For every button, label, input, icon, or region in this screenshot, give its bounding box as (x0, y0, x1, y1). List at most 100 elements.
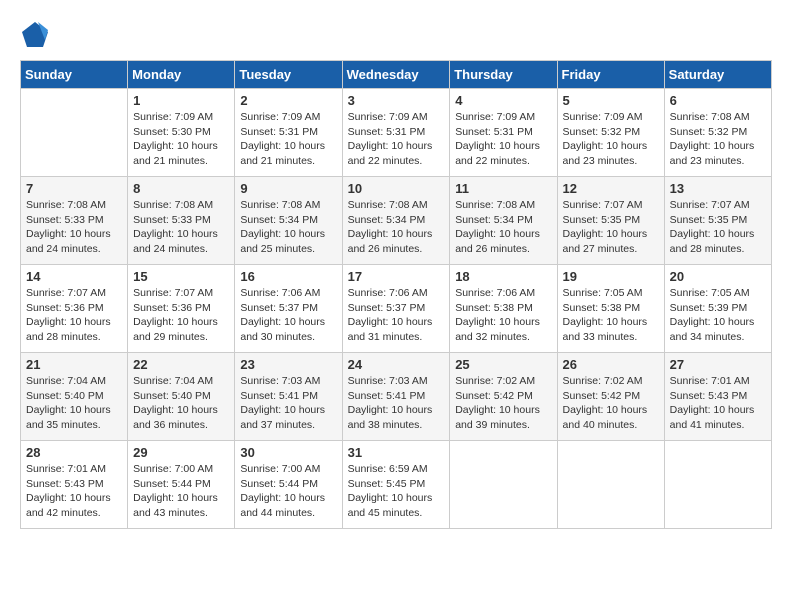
calendar-cell: 21 Sunrise: 7:04 AM Sunset: 5:40 PM Dayli… (21, 353, 128, 441)
calendar-cell: 26 Sunrise: 7:02 AM Sunset: 5:42 PM Dayli… (557, 353, 664, 441)
day-info: Sunrise: 6:59 AM Sunset: 5:45 PM Dayligh… (348, 462, 445, 521)
day-number: 25 (455, 357, 551, 372)
calendar-cell: 28 Sunrise: 7:01 AM Sunset: 5:43 PM Dayli… (21, 441, 128, 529)
day-number: 20 (670, 269, 766, 284)
calendar-cell: 19 Sunrise: 7:05 AM Sunset: 5:38 PM Dayli… (557, 265, 664, 353)
calendar-cell: 3Sunrise: 7:09 AM Sunset: 5:31 PM Daylig… (342, 89, 450, 177)
calendar-cell (557, 441, 664, 529)
day-number: 16 (240, 269, 336, 284)
day-number: 22 (133, 357, 229, 372)
day-info: Sunrise: 7:07 AM Sunset: 5:36 PM Dayligh… (133, 286, 229, 345)
calendar-cell: 5 Sunrise: 7:09 AM Sunset: 5:32 PM Daylig… (557, 89, 664, 177)
calendar-cell: 17 Sunrise: 7:06 AM Sunset: 5:37 PM Dayli… (342, 265, 450, 353)
column-header-saturday: Saturday (664, 61, 771, 89)
calendar-cell: 10 Sunrise: 7:08 AM Sunset: 5:34 PM Dayli… (342, 177, 450, 265)
calendar-table: SundayMondayTuesdayWednesdayThursdayFrid… (20, 60, 772, 529)
day-info: Sunrise: 7:06 AM Sunset: 5:38 PM Dayligh… (455, 286, 551, 345)
calendar-cell (664, 441, 771, 529)
day-info: Sunrise: 7:09 AM Sunset: 5:32 PM Dayligh… (563, 110, 659, 169)
day-number: 7 (26, 181, 122, 196)
calendar-cell: 24 Sunrise: 7:03 AM Sunset: 5:41 PM Dayli… (342, 353, 450, 441)
page-header (20, 20, 772, 50)
day-info: Sunrise: 7:08 AM Sunset: 5:32 PM Dayligh… (670, 110, 766, 169)
day-info: Sunrise: 7:08 AM Sunset: 5:34 PM Dayligh… (348, 198, 445, 257)
calendar-cell: 12 Sunrise: 7:07 AM Sunset: 5:35 PM Dayli… (557, 177, 664, 265)
day-info: Sunrise: 7:03 AM Sunset: 5:41 PM Dayligh… (348, 374, 445, 433)
calendar-cell: 14 Sunrise: 7:07 AM Sunset: 5:36 PM Dayli… (21, 265, 128, 353)
day-info: Sunrise: 7:07 AM Sunset: 5:35 PM Dayligh… (563, 198, 659, 257)
calendar-cell: 8 Sunrise: 7:08 AM Sunset: 5:33 PM Daylig… (128, 177, 235, 265)
day-info: Sunrise: 7:01 AM Sunset: 5:43 PM Dayligh… (670, 374, 766, 433)
day-number: 12 (563, 181, 659, 196)
day-info: Sunrise: 7:01 AM Sunset: 5:43 PM Dayligh… (26, 462, 122, 521)
day-info: Sunrise: 7:08 AM Sunset: 5:34 PM Dayligh… (455, 198, 551, 257)
day-info: Sunrise: 7:07 AM Sunset: 5:36 PM Dayligh… (26, 286, 122, 345)
day-number: 18 (455, 269, 551, 284)
day-number: 21 (26, 357, 122, 372)
week-row-2: 7 Sunrise: 7:08 AM Sunset: 5:33 PM Daylig… (21, 177, 772, 265)
day-number: 5 (563, 93, 659, 108)
header-row: SundayMondayTuesdayWednesdayThursdayFrid… (21, 61, 772, 89)
day-info: Sunrise: 7:08 AM Sunset: 5:33 PM Dayligh… (133, 198, 229, 257)
column-header-monday: Monday (128, 61, 235, 89)
day-number: 17 (348, 269, 445, 284)
day-info: Sunrise: 7:05 AM Sunset: 5:38 PM Dayligh… (563, 286, 659, 345)
day-number: 10 (348, 181, 445, 196)
week-row-1: 1 Sunrise: 7:09 AM Sunset: 5:30 PM Daylig… (21, 89, 772, 177)
day-number: 2 (240, 93, 336, 108)
day-number: 28 (26, 445, 122, 460)
day-info: Sunrise: 7:06 AM Sunset: 5:37 PM Dayligh… (240, 286, 336, 345)
calendar-cell: 13 Sunrise: 7:07 AM Sunset: 5:35 PM Dayli… (664, 177, 771, 265)
day-info: Sunrise: 7:08 AM Sunset: 5:34 PM Dayligh… (240, 198, 336, 257)
day-info: Sunrise: 7:06 AM Sunset: 5:37 PM Dayligh… (348, 286, 445, 345)
calendar-cell: 27 Sunrise: 7:01 AM Sunset: 5:43 PM Dayli… (664, 353, 771, 441)
day-info: Sunrise: 7:02 AM Sunset: 5:42 PM Dayligh… (455, 374, 551, 433)
week-row-4: 21 Sunrise: 7:04 AM Sunset: 5:40 PM Dayli… (21, 353, 772, 441)
day-number: 14 (26, 269, 122, 284)
column-header-friday: Friday (557, 61, 664, 89)
day-number: 8 (133, 181, 229, 196)
calendar-cell: 9Sunrise: 7:08 AM Sunset: 5:34 PM Daylig… (235, 177, 342, 265)
day-info: Sunrise: 7:09 AM Sunset: 5:30 PM Dayligh… (133, 110, 229, 169)
day-info: Sunrise: 7:04 AM Sunset: 5:40 PM Dayligh… (26, 374, 122, 433)
calendar-cell: 16 Sunrise: 7:06 AM Sunset: 5:37 PM Dayli… (235, 265, 342, 353)
day-number: 3 (348, 93, 445, 108)
logo (20, 20, 54, 50)
day-info: Sunrise: 7:00 AM Sunset: 5:44 PM Dayligh… (133, 462, 229, 521)
day-number: 26 (563, 357, 659, 372)
calendar-cell: 30 Sunrise: 7:00 AM Sunset: 5:44 PM Dayli… (235, 441, 342, 529)
day-number: 29 (133, 445, 229, 460)
calendar-cell (450, 441, 557, 529)
calendar-cell: 7Sunrise: 7:08 AM Sunset: 5:33 PM Daylig… (21, 177, 128, 265)
calendar-cell (21, 89, 128, 177)
day-number: 30 (240, 445, 336, 460)
day-number: 13 (670, 181, 766, 196)
day-info: Sunrise: 7:02 AM Sunset: 5:42 PM Dayligh… (563, 374, 659, 433)
calendar-cell: 25 Sunrise: 7:02 AM Sunset: 5:42 PM Dayli… (450, 353, 557, 441)
calendar-cell: 6Sunrise: 7:08 AM Sunset: 5:32 PM Daylig… (664, 89, 771, 177)
day-info: Sunrise: 7:09 AM Sunset: 5:31 PM Dayligh… (240, 110, 336, 169)
logo-icon (20, 20, 50, 50)
column-header-thursday: Thursday (450, 61, 557, 89)
week-row-5: 28 Sunrise: 7:01 AM Sunset: 5:43 PM Dayli… (21, 441, 772, 529)
day-info: Sunrise: 7:00 AM Sunset: 5:44 PM Dayligh… (240, 462, 336, 521)
day-number: 15 (133, 269, 229, 284)
column-header-sunday: Sunday (21, 61, 128, 89)
day-number: 27 (670, 357, 766, 372)
day-info: Sunrise: 7:05 AM Sunset: 5:39 PM Dayligh… (670, 286, 766, 345)
calendar-cell: 22 Sunrise: 7:04 AM Sunset: 5:40 PM Dayli… (128, 353, 235, 441)
day-number: 4 (455, 93, 551, 108)
week-row-3: 14 Sunrise: 7:07 AM Sunset: 5:36 PM Dayli… (21, 265, 772, 353)
day-number: 1 (133, 93, 229, 108)
day-info: Sunrise: 7:03 AM Sunset: 5:41 PM Dayligh… (240, 374, 336, 433)
calendar-cell: 15 Sunrise: 7:07 AM Sunset: 5:36 PM Dayli… (128, 265, 235, 353)
day-info: Sunrise: 7:07 AM Sunset: 5:35 PM Dayligh… (670, 198, 766, 257)
day-number: 23 (240, 357, 336, 372)
day-number: 19 (563, 269, 659, 284)
day-info: Sunrise: 7:04 AM Sunset: 5:40 PM Dayligh… (133, 374, 229, 433)
calendar-cell: 31Sunrise: 6:59 AM Sunset: 5:45 PM Dayli… (342, 441, 450, 529)
column-header-tuesday: Tuesday (235, 61, 342, 89)
day-number: 24 (348, 357, 445, 372)
calendar-cell: 29 Sunrise: 7:00 AM Sunset: 5:44 PM Dayli… (128, 441, 235, 529)
calendar-cell: 1 Sunrise: 7:09 AM Sunset: 5:30 PM Daylig… (128, 89, 235, 177)
